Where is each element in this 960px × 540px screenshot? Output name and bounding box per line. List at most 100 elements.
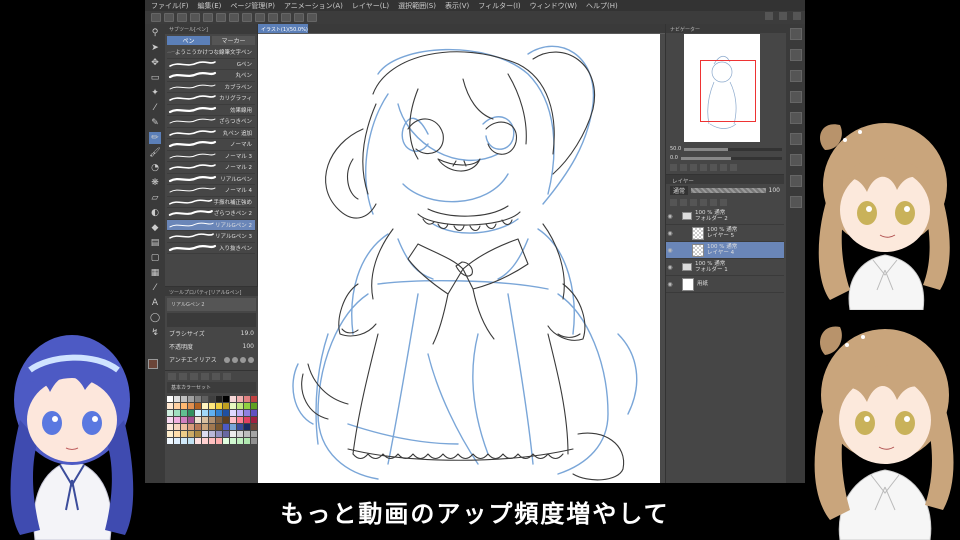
- eye-icon[interactable]: ◉: [666, 264, 674, 271]
- palette-swatch[interactable]: [251, 396, 257, 402]
- menu-item-7[interactable]: フィルター(I): [478, 1, 520, 11]
- new-file-icon[interactable]: [151, 13, 161, 22]
- pencil-tool-icon[interactable]: ✏: [149, 132, 161, 144]
- palette-swatch[interactable]: [237, 410, 243, 416]
- navigator-thumbnail[interactable]: [684, 34, 760, 142]
- palette-swatch[interactable]: [195, 424, 201, 430]
- panel-toggle-icon[interactable]: [790, 28, 802, 40]
- sub-view-icon[interactable]: [790, 70, 802, 82]
- palette-swatch[interactable]: [244, 417, 250, 423]
- palette-swatch[interactable]: [195, 410, 201, 416]
- palette-swatch[interactable]: [209, 438, 215, 444]
- palette-swatch[interactable]: [230, 410, 236, 416]
- palette-swatch[interactable]: [188, 417, 194, 423]
- menu-item-6[interactable]: 表示(V): [445, 1, 469, 11]
- tab-pen[interactable]: ペン: [167, 36, 210, 45]
- palette-swatch[interactable]: [167, 410, 173, 416]
- layer-property-icon[interactable]: [790, 112, 802, 124]
- layer-search-icon[interactable]: [790, 133, 802, 145]
- palette-swatch[interactable]: [230, 403, 236, 409]
- layer-row[interactable]: ◉ 用紙: [666, 276, 784, 293]
- palette-swatch[interactable]: [223, 403, 229, 409]
- brush-item[interactable]: リアルGペン 2: [167, 219, 255, 231]
- palette-swatch[interactable]: [244, 431, 250, 437]
- palette-swatch[interactable]: [230, 438, 236, 444]
- antialias-options[interactable]: [224, 356, 254, 363]
- brush-item[interactable]: ノーマル 3: [167, 151, 255, 162]
- palette-swatch[interactable]: [251, 417, 257, 423]
- reference-icon[interactable]: [680, 199, 687, 206]
- palette-swatch[interactable]: [181, 431, 187, 437]
- canvas-paper[interactable]: [258, 34, 665, 483]
- brush-size-row[interactable]: ブラシサイズ 19.0: [165, 327, 258, 340]
- open-icon[interactable]: [164, 13, 174, 22]
- palette-swatch[interactable]: [195, 431, 201, 437]
- brush-item[interactable]: 入り抜きペン: [167, 243, 255, 254]
- palette-swatch[interactable]: [244, 438, 250, 444]
- layer-opacity-value[interactable]: 100: [769, 187, 780, 194]
- palette-swatch[interactable]: [174, 396, 180, 402]
- brush-item[interactable]: 手振れ補正強め: [167, 197, 255, 208]
- balloon-icon[interactable]: ◯: [149, 312, 161, 324]
- figure-icon[interactable]: ▢: [149, 252, 161, 264]
- navigator-view-rect[interactable]: [700, 60, 756, 122]
- palette-swatch[interactable]: [216, 396, 222, 402]
- palette-grid[interactable]: [167, 396, 257, 444]
- palette-swatch[interactable]: [209, 431, 215, 437]
- palette-swatch[interactable]: [251, 410, 257, 416]
- palette-swatch[interactable]: [237, 396, 243, 402]
- palette-swatch[interactable]: [237, 417, 243, 423]
- palette-swatch[interactable]: [195, 403, 201, 409]
- brush-item[interactable]: ざらつきペン: [167, 116, 255, 128]
- palette-swatch[interactable]: [237, 424, 243, 430]
- fit-icon[interactable]: [690, 164, 697, 171]
- brush-item[interactable]: 丸ペン 追加: [167, 128, 255, 139]
- ruler-icon[interactable]: ⁄: [149, 282, 161, 294]
- auto-action-icon[interactable]: [790, 196, 802, 208]
- palette-swatch[interactable]: [188, 403, 194, 409]
- palette-swatch[interactable]: [181, 417, 187, 423]
- palette-swatch[interactable]: [195, 417, 201, 423]
- deselect-icon[interactable]: [255, 13, 265, 22]
- color-wheel-tab-icon[interactable]: [168, 373, 176, 380]
- ruler-layer-icon[interactable]: [720, 199, 727, 206]
- palette-swatch[interactable]: [230, 417, 236, 423]
- zoom-out-icon[interactable]: [680, 164, 687, 171]
- palette-swatch[interactable]: [202, 431, 208, 437]
- eye-icon[interactable]: ◉: [666, 230, 674, 237]
- palette-swatch[interactable]: [209, 403, 215, 409]
- blend-mode-select[interactable]: 通常: [670, 186, 689, 195]
- palette-swatch[interactable]: [237, 431, 243, 437]
- palette-swatch[interactable]: [244, 396, 250, 402]
- palette-swatch[interactable]: [167, 438, 173, 444]
- rotate-slider[interactable]: 0.0: [670, 155, 782, 161]
- palette-swatch[interactable]: [223, 396, 229, 402]
- eye-icon[interactable]: ◉: [666, 213, 674, 220]
- eraser-icon[interactable]: ▱: [149, 192, 161, 204]
- menu-item-5[interactable]: 選択範囲(S): [398, 1, 436, 11]
- zoom-in-icon[interactable]: [670, 164, 677, 171]
- palette-swatch[interactable]: [202, 410, 208, 416]
- layer-opacity-slider[interactable]: [691, 188, 766, 193]
- brush-item[interactable]: 効果線用: [167, 105, 255, 116]
- palette-swatch[interactable]: [195, 396, 201, 402]
- palette-swatch[interactable]: [230, 424, 236, 430]
- brush-size-value[interactable]: 19.0: [241, 330, 254, 337]
- tab-marker[interactable]: マーカー: [212, 36, 255, 45]
- minimize-icon[interactable]: [765, 12, 773, 20]
- brush-item[interactable]: ノーマル 2: [167, 162, 255, 174]
- clear-icon[interactable]: [216, 13, 226, 22]
- correct-line-icon[interactable]: ↯: [149, 327, 161, 339]
- frame-border-icon[interactable]: ▦: [149, 267, 161, 279]
- brush-item[interactable]: リアルGペン 3: [167, 231, 255, 243]
- rotate-left-icon[interactable]: [710, 164, 717, 171]
- brush-item[interactable]: ノーマル: [167, 139, 255, 151]
- brush-item[interactable]: カブラペン: [167, 82, 255, 93]
- palette-swatch[interactable]: [181, 424, 187, 430]
- animation-cels-icon[interactable]: [790, 154, 802, 166]
- palette-swatch[interactable]: [195, 438, 201, 444]
- redo-icon[interactable]: [203, 13, 213, 22]
- palette-swatch[interactable]: [216, 438, 222, 444]
- pen-tool-icon[interactable]: ✎: [149, 117, 161, 129]
- save-icon[interactable]: [177, 13, 187, 22]
